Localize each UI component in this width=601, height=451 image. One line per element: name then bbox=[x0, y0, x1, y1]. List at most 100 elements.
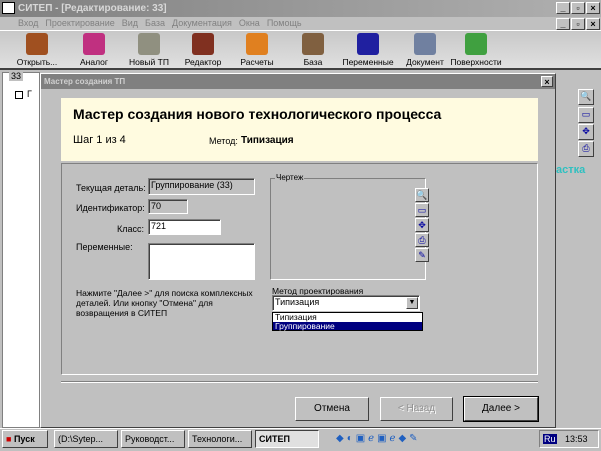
toolbar-icon bbox=[192, 33, 214, 55]
menu-bar: Вход Проектирование Вид База Документация Окн… bbox=[0, 17, 601, 30]
toolbar-icon bbox=[465, 33, 487, 55]
drawing-print-icon[interactable]: ⎙ bbox=[415, 233, 429, 247]
child-restore-button[interactable]: ▫ bbox=[571, 18, 585, 30]
menu-windows[interactable]: Окна bbox=[239, 18, 260, 28]
separator bbox=[61, 381, 538, 383]
toolbar-label: Расчеты bbox=[240, 57, 274, 67]
toolbar-button-4[interactable]: Расчеты bbox=[227, 33, 287, 67]
menu-design[interactable]: Проектирование bbox=[45, 18, 114, 28]
drawing-label: Чертеж bbox=[275, 173, 305, 182]
toolbar-icon bbox=[138, 33, 160, 55]
app-title: СИТЕП - [Редактирование: 33] bbox=[18, 3, 167, 14]
drawing-wand-icon[interactable]: ✎ bbox=[415, 248, 429, 262]
toolbar: Открыть... Аналог Новый ТП Редактор Расчеты Б… bbox=[0, 30, 601, 70]
dialog-close-button[interactable]: × bbox=[541, 76, 553, 87]
vars-textarea[interactable] bbox=[148, 243, 255, 280]
current-part-field: Группирование (33) bbox=[148, 178, 255, 195]
toolbar-button-5[interactable]: База bbox=[283, 33, 343, 67]
id-label: Идентификатор: bbox=[76, 203, 145, 213]
maximize-button[interactable]: ▫ bbox=[571, 2, 585, 14]
task-label: Руководст... bbox=[125, 434, 175, 444]
next-button[interactable]: Далее > bbox=[463, 396, 539, 422]
toolbar-icon bbox=[26, 33, 48, 55]
toolbar-label: Новый ТП bbox=[129, 57, 169, 67]
toolbar-label: Переменные bbox=[342, 57, 394, 67]
dialog-title: Мастер создания ТП bbox=[44, 77, 126, 86]
app-title-bar: СИТЕП - [Редактирование: 33] bbox=[0, 0, 601, 17]
cancel-button[interactable]: Отмена bbox=[295, 397, 369, 421]
child-close-button[interactable]: × bbox=[586, 18, 600, 30]
class-input[interactable]: 721 bbox=[148, 219, 221, 235]
toolbar-button-0[interactable]: Открыть... bbox=[7, 33, 67, 67]
start-label: Пуск bbox=[13, 434, 35, 444]
drawing-view-icon[interactable]: ▭ bbox=[415, 203, 429, 217]
quicklaunch-icons[interactable]: ◆◐▣ℯ▣ℯ◆✎ bbox=[336, 433, 421, 444]
windows-logo-icon: ■ bbox=[6, 434, 12, 444]
drawing-fit-icon[interactable]: ✥ bbox=[415, 218, 429, 232]
toolbar-icon bbox=[414, 33, 436, 55]
drawing-zoom-icon[interactable]: 🔍 bbox=[415, 188, 429, 202]
back-button[interactable]: < Назад bbox=[380, 397, 453, 421]
toolbar-icon bbox=[246, 33, 268, 55]
toolbar-button-6[interactable]: Переменные bbox=[338, 33, 398, 67]
task-tech[interactable]: Технологи... bbox=[188, 430, 252, 448]
child-minimize-button[interactable]: _ bbox=[556, 18, 570, 30]
clock: 13:53 bbox=[565, 434, 588, 444]
toolbar-label: Поверхности bbox=[450, 57, 502, 67]
method-label: Метод: bbox=[209, 136, 238, 146]
dialog-title-bar: Мастер создания ТП bbox=[41, 74, 555, 89]
toolbar-label: Редактор bbox=[184, 57, 222, 67]
task-guide[interactable]: Руководст... bbox=[121, 430, 185, 448]
toolbar-label: База bbox=[303, 57, 323, 67]
tree-panel: 33 Г bbox=[2, 71, 40, 428]
form-panel: Текущая деталь: Группирование (33) Идент… bbox=[61, 163, 538, 375]
task-sytep-folder[interactable]: (D:\Sytep... bbox=[54, 430, 118, 448]
task-sitep[interactable]: СИТЕП bbox=[255, 430, 319, 448]
view-icon[interactable]: ▭ bbox=[578, 107, 594, 123]
task-label: СИТЕП bbox=[259, 434, 290, 444]
tree-item[interactable]: Г bbox=[27, 89, 32, 99]
close-button[interactable]: × bbox=[586, 2, 600, 14]
system-tray: Ru 13:53 bbox=[539, 430, 599, 448]
sketch-label: астка bbox=[556, 164, 586, 176]
wizard-header: Мастер создания нового технологического … bbox=[61, 98, 538, 161]
menu-vhod[interactable]: Вход bbox=[18, 18, 38, 28]
task-label: (D:\Sytep... bbox=[58, 434, 104, 444]
hint-text: Нажмите "Далее >" для поиска комплексных… bbox=[76, 288, 253, 318]
toolbar-label: Аналог bbox=[80, 57, 108, 67]
start-button[interactable]: ■ Пуск bbox=[2, 430, 48, 448]
design-method-selected: Типизация bbox=[275, 297, 320, 307]
tree-tab[interactable]: 33 bbox=[9, 71, 24, 81]
step-indicator: Шаг 1 из 4 bbox=[73, 134, 126, 146]
design-method-select[interactable]: Типизация ▼ bbox=[272, 295, 420, 311]
right-panel: 🔍 ▭ ✥ ⎙ астка bbox=[556, 72, 601, 428]
method-value: Типизация bbox=[241, 135, 294, 146]
minimize-button[interactable]: _ bbox=[556, 2, 570, 14]
language-indicator[interactable]: Ru bbox=[543, 434, 557, 444]
toolbar-button-3[interactable]: Редактор bbox=[173, 33, 233, 67]
app-icon bbox=[2, 2, 15, 14]
drawing-group: Чертеж 🔍 ▭ ✥ ⎙ ✎ bbox=[270, 173, 429, 280]
fit-icon[interactable]: ✥ bbox=[578, 124, 594, 140]
print-icon[interactable]: ⎙ bbox=[578, 141, 594, 157]
current-part-label: Текущая деталь: bbox=[76, 183, 146, 193]
zoom-icon[interactable]: 🔍 bbox=[578, 89, 594, 105]
vars-label: Переменные: bbox=[76, 242, 133, 252]
toolbar-button-1[interactable]: Аналог bbox=[64, 33, 124, 67]
menu-view[interactable]: Вид bbox=[122, 18, 138, 28]
menu-help[interactable]: Помощь bbox=[267, 18, 302, 28]
toolbar-icon bbox=[83, 33, 105, 55]
toolbar-button-8[interactable]: Поверхности bbox=[446, 33, 506, 67]
wizard-dialog: Мастер создания ТП × Мастер создания нов… bbox=[40, 73, 556, 428]
class-label: Класс: bbox=[117, 224, 144, 234]
toolbar-icon bbox=[357, 33, 379, 55]
id-field: 70 bbox=[148, 199, 188, 214]
menu-base[interactable]: База bbox=[145, 18, 165, 28]
toolbar-button-2[interactable]: Новый ТП bbox=[119, 33, 179, 67]
option-grouping[interactable]: Группирование bbox=[273, 322, 422, 330]
toolbar-icon bbox=[302, 33, 324, 55]
tree-checkbox[interactable] bbox=[15, 91, 23, 99]
chevron-down-icon[interactable]: ▼ bbox=[406, 297, 418, 309]
design-method-dropdown: Типизация Группирование bbox=[272, 312, 423, 331]
menu-docs[interactable]: Документация bbox=[172, 18, 232, 28]
